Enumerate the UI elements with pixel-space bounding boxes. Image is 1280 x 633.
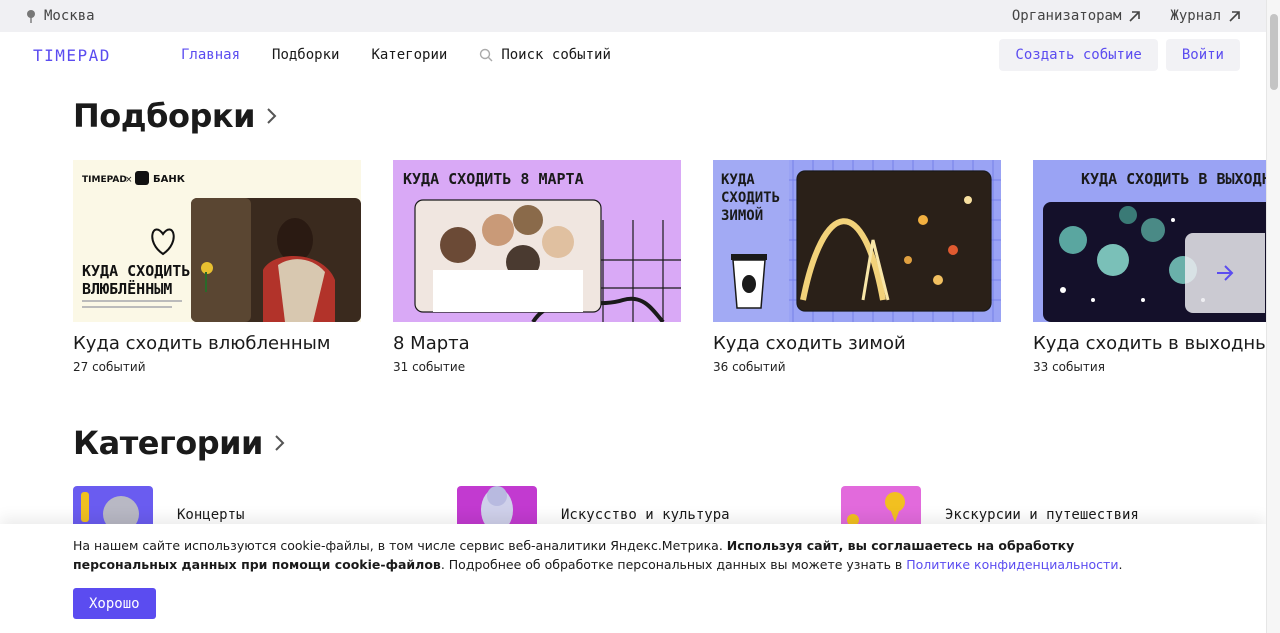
svg-text:КУДА СХОДИТЬ В ВЫХОДНЫЕ: КУДА СХОДИТЬ В ВЫХОДНЫЕ	[1081, 170, 1266, 188]
card-title: Куда сходить в выходные	[1033, 333, 1266, 354]
march8-banner: КУДА СХОДИТЬ 8 МАРТА	[403, 170, 681, 322]
card-title: Куда сходить зимой	[713, 333, 906, 354]
statue-image	[481, 486, 513, 526]
category-art-culture[interactable]: Искусство и культура	[457, 486, 730, 526]
card-image: КУДА СХОДИТЬ 8 МАРТА	[393, 160, 681, 322]
chevron-right-icon	[267, 108, 277, 124]
card-image: КУДА СХОДИТЬ ЗИМОЙ	[713, 160, 1001, 322]
carousel-next-button[interactable]	[1185, 233, 1265, 313]
svg-text:TIMEPAD: TIMEPAD	[33, 46, 111, 64]
winter-banner: КУДА СХОДИТЬ ЗИМОЙ	[713, 160, 1001, 322]
external-arrow-icon	[1229, 10, 1240, 22]
collections-heading[interactable]: Подборки	[73, 97, 279, 135]
card-title: Куда сходить влюбленным	[73, 333, 331, 354]
scrollbar-thumb[interactable]	[1270, 14, 1278, 90]
external-arrow-icon	[1129, 10, 1141, 22]
search-events[interactable]: Поиск событий	[479, 47, 611, 63]
svg-text:КУДА: КУДА	[721, 172, 755, 188]
card-count: 27 событий	[73, 360, 146, 374]
category-thumb	[457, 486, 537, 526]
cookie-banner: На нашем сайте используются cookie-файлы…	[0, 524, 1266, 633]
lovers-banner: TIMEPAD × БАНК КУДА СХОДИТЬ ВЛЮБЛЁННЫМ	[82, 171, 361, 322]
main-header: TIMEPAD Главная Подборки Категории Поиск…	[0, 32, 1266, 78]
microphone-image	[81, 492, 139, 526]
city-label: Москва	[44, 8, 95, 24]
svg-text:TIMEPAD: TIMEPAD	[82, 175, 127, 185]
organizers-label: Организаторам	[1011, 8, 1122, 24]
create-event-button[interactable]: Создать событие	[999, 39, 1158, 71]
cookie-text-after: . Подробнее об обработке персональных да…	[440, 557, 907, 572]
arrow-right-icon	[1217, 265, 1234, 281]
organizers-link[interactable]: Организаторам	[1012, 8, 1141, 24]
nav-categories[interactable]: Категории	[371, 47, 447, 63]
cookie-ok-button[interactable]: Хорошо	[73, 588, 156, 619]
collection-card-lovers[interactable]: TIMEPAD × БАНК КУДА СХОДИТЬ ВЛЮБЛЁННЫМ К…	[73, 160, 361, 374]
card-title: 8 Марта	[393, 333, 470, 354]
collections-carousel: TIMEPAD × БАНК КУДА СХОДИТЬ ВЛЮБЛЁННЫМ К…	[73, 160, 1266, 380]
cookie-text: На нашем сайте используются cookie-файлы…	[73, 536, 1173, 574]
svg-text:ВЛЮБЛЁННЫМ: ВЛЮБЛЁННЫМ	[82, 279, 172, 298]
search-label: Поиск событий	[501, 47, 611, 63]
svg-text:СХОДИТЬ: СХОДИТЬ	[721, 190, 780, 206]
nav-collections[interactable]: Подборки	[272, 47, 339, 63]
svg-text:ЗИМОЙ: ЗИМОЙ	[721, 207, 763, 224]
categories-title: Категории	[73, 424, 263, 462]
category-label: Концерты	[177, 507, 245, 523]
page-scrollbar[interactable]	[1266, 0, 1280, 633]
journal-label: Журнал	[1170, 8, 1221, 24]
category-excursions[interactable]: Экскурсии и путешествия	[841, 486, 1139, 526]
cookie-text-end: .	[1118, 557, 1123, 572]
card-count: 33 события	[1033, 360, 1105, 374]
city-selector[interactable]: Москва	[26, 8, 95, 24]
map-pin-image	[847, 492, 905, 526]
category-label: Искусство и культура	[561, 507, 730, 523]
login-button[interactable]: Войти	[1165, 39, 1240, 71]
chevron-right-icon	[275, 435, 285, 451]
timepad-logo[interactable]: TIMEPAD	[33, 46, 143, 64]
svg-text:КУДА СХОДИТЬ 8 МАРТА: КУДА СХОДИТЬ 8 МАРТА	[403, 170, 584, 188]
collection-card-march8[interactable]: КУДА СХОДИТЬ 8 МАРТА 8 Марта 31 событие	[393, 160, 681, 374]
collection-card-winter[interactable]: КУДА СХОДИТЬ ЗИМОЙ Куда сходить зимой 36…	[713, 160, 1001, 374]
card-image: TIMEPAD × БАНК КУДА СХОДИТЬ ВЛЮБЛЁННЫМ	[73, 160, 361, 322]
cookie-text-plain: На нашем сайте используются cookie-файлы…	[73, 538, 727, 553]
card-count: 36 событий	[713, 360, 786, 374]
card-count: 31 событие	[393, 360, 466, 374]
top-bar: Москва Организаторам Журнал	[0, 0, 1266, 32]
svg-text:БАНК: БАНК	[153, 174, 186, 185]
category-thumb	[73, 486, 153, 526]
search-icon	[480, 48, 493, 62]
categories-heading[interactable]: Категории	[73, 424, 287, 462]
category-concerts[interactable]: Концерты	[73, 486, 244, 526]
privacy-policy-link[interactable]: Политике конфиденциальности	[906, 557, 1118, 572]
journal-link[interactable]: Журнал	[1170, 8, 1240, 24]
svg-text:×: ×	[125, 175, 133, 185]
svg-text:КУДА СХОДИТЬ: КУДА СХОДИТЬ	[82, 262, 190, 280]
nav-home[interactable]: Главная	[181, 47, 240, 63]
location-pin-icon	[27, 10, 35, 23]
main-nav: Главная Подборки Категории Поиск событий	[181, 47, 611, 63]
category-thumb	[841, 486, 921, 526]
category-label: Экскурсии и путешествия	[945, 507, 1139, 523]
collections-title: Подборки	[73, 97, 255, 135]
